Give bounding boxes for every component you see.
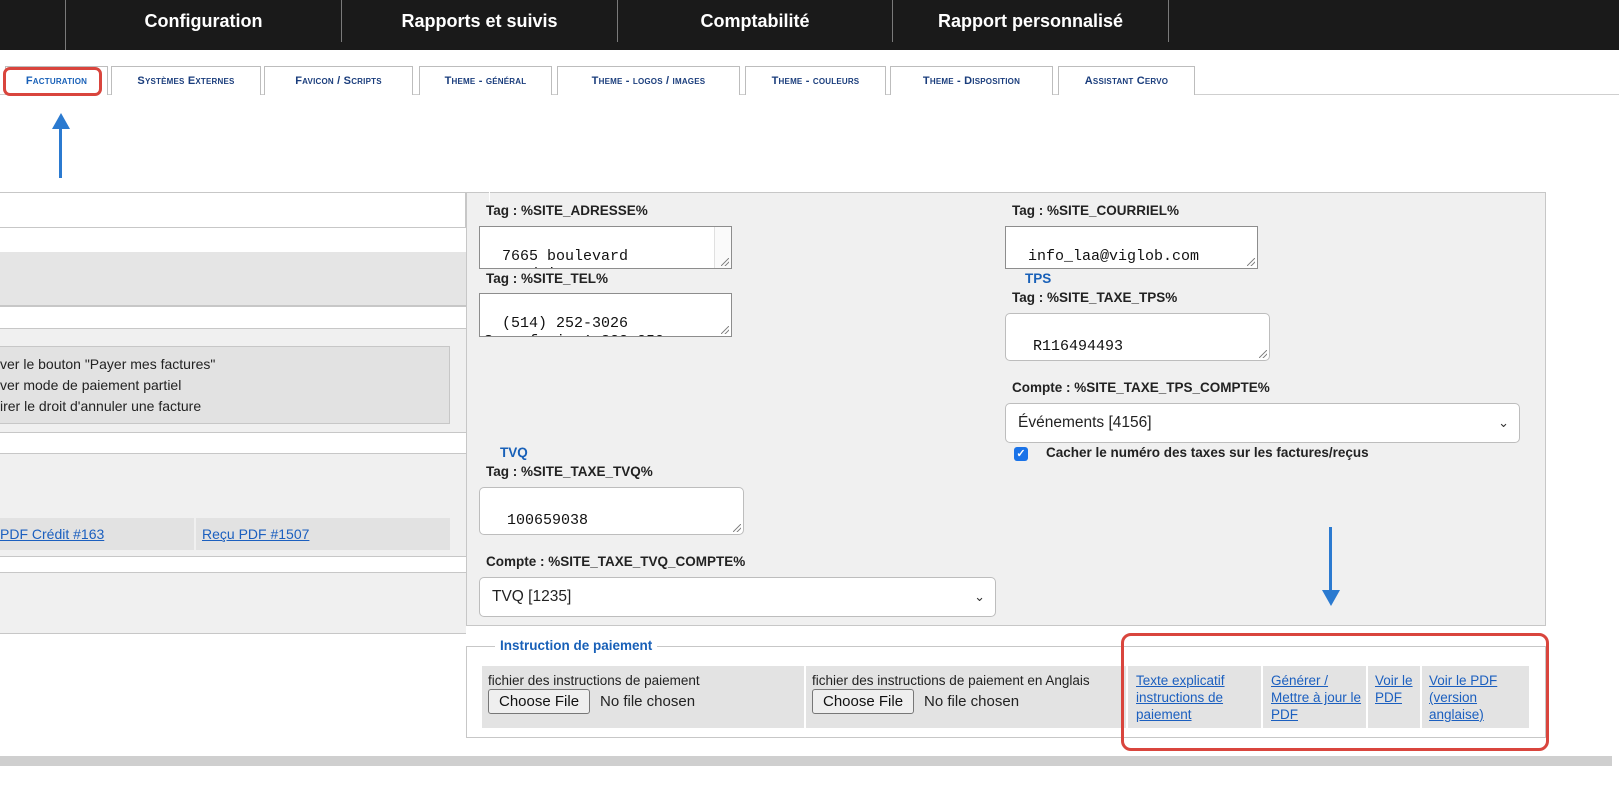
- link-pdf-credit[interactable]: PDF Crédit #163: [0, 526, 104, 542]
- left-panel-grey-row: [0, 252, 466, 306]
- down-arrow-shaft: [1329, 527, 1332, 593]
- label-tvq-compte: Compte : %SITE_TAXE_TVQ_COMPTE%: [486, 554, 746, 569]
- nav-item-configuration[interactable]: Configuration: [66, 0, 342, 42]
- horizontal-scrollbar[interactable]: [0, 756, 1612, 766]
- up-arrow-shaft: [59, 128, 62, 178]
- down-arrow-icon: [1322, 590, 1340, 606]
- left-panel-bottom-row: [0, 572, 466, 634]
- site-adresse-value: 7665 boulevard Lacordaire: [484, 248, 629, 268]
- chevron-down-icon: ⌄: [1498, 415, 1509, 430]
- divider: [0, 305, 466, 307]
- choose-file-fr-button[interactable]: Choose File: [488, 689, 591, 714]
- no-file-fr-text: No file chosen: [600, 693, 696, 710]
- site-tel-value: (514) 252-3026 Sans frais 1-833-252-: [484, 315, 673, 336]
- nav-item-rapport-personnalise[interactable]: Rapport personnalisé: [893, 0, 1169, 42]
- label-file-fr: fichier des instructions de paiement: [488, 673, 700, 688]
- label-site-courriel: Tag : %SITE_COURRIEL%: [1012, 203, 1180, 218]
- option-annuler-facture[interactable]: irer le droit d'annuler une facture: [0, 398, 201, 414]
- tab-theme-couleurs[interactable]: Theme - couleurs: [745, 66, 886, 95]
- link-recu-pdf[interactable]: Reçu PDF #1507: [202, 526, 309, 542]
- label-site-taxe-tps: Tag : %SITE_TAXE_TPS%: [1012, 290, 1178, 305]
- textarea-site-tel[interactable]: (514) 252-3026 Sans frais 1-833-252-: [479, 293, 732, 337]
- tab-theme-logos[interactable]: Theme - logos / images: [557, 66, 740, 95]
- panel-notch: [489, 192, 490, 202]
- site-courriel-value: info_laa@viglob.com: [1028, 248, 1200, 265]
- tab-theme-disposition[interactable]: Theme - Disposition: [890, 66, 1053, 95]
- tab-facturation[interactable]: Facturation: [5, 66, 108, 95]
- resize-handle-icon[interactable]: [1259, 350, 1267, 358]
- checkbox-cacher-taxes[interactable]: ✓: [1014, 447, 1028, 461]
- nav-item-comptabilite[interactable]: Comptabilité: [618, 0, 893, 42]
- tab-assistant-cervo[interactable]: Assistant Cervo: [1058, 66, 1195, 95]
- choose-file-en-button[interactable]: Choose File: [812, 689, 915, 714]
- top-navigation-bar: Configuration Rapports et suivis Comptab…: [0, 0, 1619, 50]
- resize-handle-icon[interactable]: [721, 258, 729, 266]
- divider: [0, 432, 466, 433]
- label-site-tel: Tag : %SITE_TEL%: [486, 271, 609, 286]
- label-cacher-taxes: Cacher le numéro des taxes sur les factu…: [1046, 445, 1369, 460]
- textarea-site-adresse[interactable]: 7665 boulevard Lacordaire: [479, 226, 732, 269]
- select-tvq-compte[interactable]: TVQ [1235] ⌄: [479, 577, 996, 617]
- resize-handle-icon[interactable]: [733, 524, 741, 532]
- resize-handle-icon[interactable]: [1247, 258, 1255, 266]
- label-site-taxe-tvq: Tag : %SITE_TAXE_TVQ%: [486, 464, 653, 479]
- tab-systemes-externes[interactable]: Systèmes Externes: [111, 66, 261, 95]
- taxe-tvq-value: 100659038: [507, 512, 589, 529]
- tps-compte-value: Événements [4156]: [1018, 414, 1152, 431]
- nav-item-rapports[interactable]: Rapports et suivis: [342, 0, 618, 42]
- no-file-en-text: No file chosen: [924, 693, 1020, 710]
- section-tvq: TVQ: [500, 445, 528, 460]
- chevron-down-icon: ⌄: [974, 589, 985, 604]
- tab-theme-general[interactable]: Theme - général: [419, 66, 552, 95]
- taxe-tps-value: R116494493: [1033, 338, 1124, 355]
- select-tps-compte[interactable]: Événements [4156] ⌄: [1005, 403, 1520, 443]
- textarea-taxe-tps[interactable]: R116494493: [1005, 313, 1270, 361]
- up-arrow-icon: [52, 113, 70, 129]
- instruction-paiement-legend: Instruction de paiement: [495, 638, 658, 653]
- label-site-adresse: Tag : %SITE_ADRESSE%: [486, 203, 648, 218]
- option-paiement-partiel[interactable]: ver mode de paiement partiel: [0, 377, 181, 393]
- textarea-site-courriel[interactable]: info_laa@viglob.com: [1005, 226, 1258, 269]
- links-highlight-annotation: [1121, 633, 1549, 751]
- left-panel-row: [0, 192, 466, 228]
- section-tps: TPS: [1025, 271, 1052, 286]
- tab-favicon-scripts[interactable]: Favicon / Scripts: [264, 66, 413, 95]
- option-payer-factures[interactable]: ver le bouton "Payer mes factures": [0, 356, 215, 372]
- textarea-taxe-tvq[interactable]: 100659038: [479, 487, 744, 535]
- label-file-en: fichier des instructions de paiement en …: [812, 673, 1090, 688]
- label-tps-compte: Compte : %SITE_TAXE_TPS_COMPTE%: [1012, 380, 1270, 395]
- tvq-compte-value: TVQ [1235]: [492, 588, 572, 605]
- resize-handle-icon[interactable]: [721, 326, 729, 334]
